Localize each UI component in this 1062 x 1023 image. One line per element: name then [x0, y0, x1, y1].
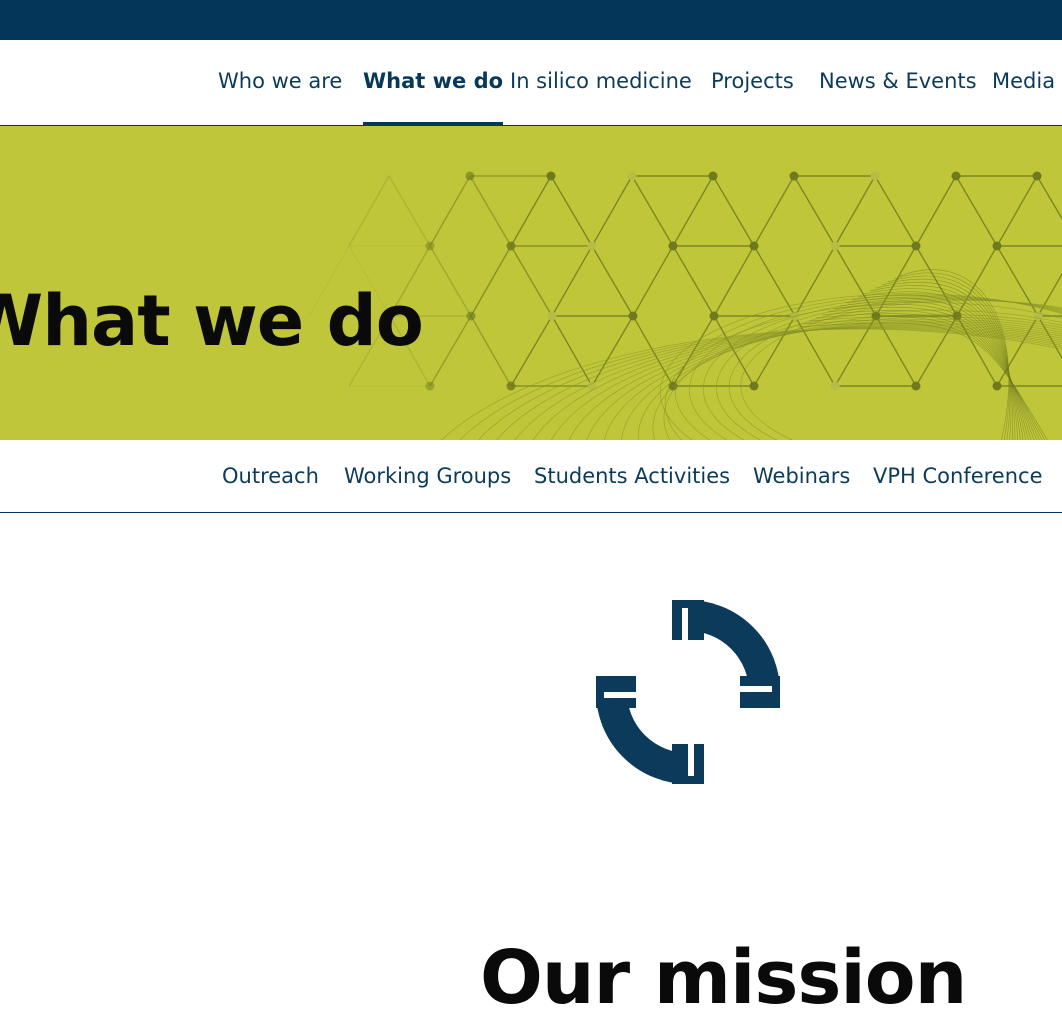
hero-banner: What we do	[0, 126, 1062, 440]
main-navigation: Who we are What we do In silico medicine…	[0, 40, 1062, 126]
nav-what-we-do[interactable]: What we do	[363, 40, 504, 126]
nav-projects[interactable]: Projects	[711, 40, 794, 125]
subnav-working-groups[interactable]: Working Groups	[344, 441, 511, 512]
subnav-webinars[interactable]: Webinars	[753, 441, 850, 512]
mission-heading: Our mission	[480, 935, 967, 1022]
nav-in-silico-medicine[interactable]: In silico medicine	[510, 40, 692, 125]
nav-who-we-are[interactable]: Who we are	[218, 40, 342, 125]
page-title: What we do	[0, 279, 424, 362]
subnav-vph-conference[interactable]: VPH Conference	[873, 441, 1043, 512]
top-bar	[0, 0, 1062, 40]
subnav-students-activities[interactable]: Students Activities	[534, 441, 730, 512]
section-subnav: Outreach Working Groups Students Activit…	[0, 441, 1062, 513]
nav-media[interactable]: Media	[992, 40, 1055, 125]
subnav-outreach[interactable]: Outreach	[222, 441, 319, 512]
mission-logo-icon	[596, 600, 780, 784]
nav-news-events[interactable]: News & Events	[819, 40, 977, 125]
